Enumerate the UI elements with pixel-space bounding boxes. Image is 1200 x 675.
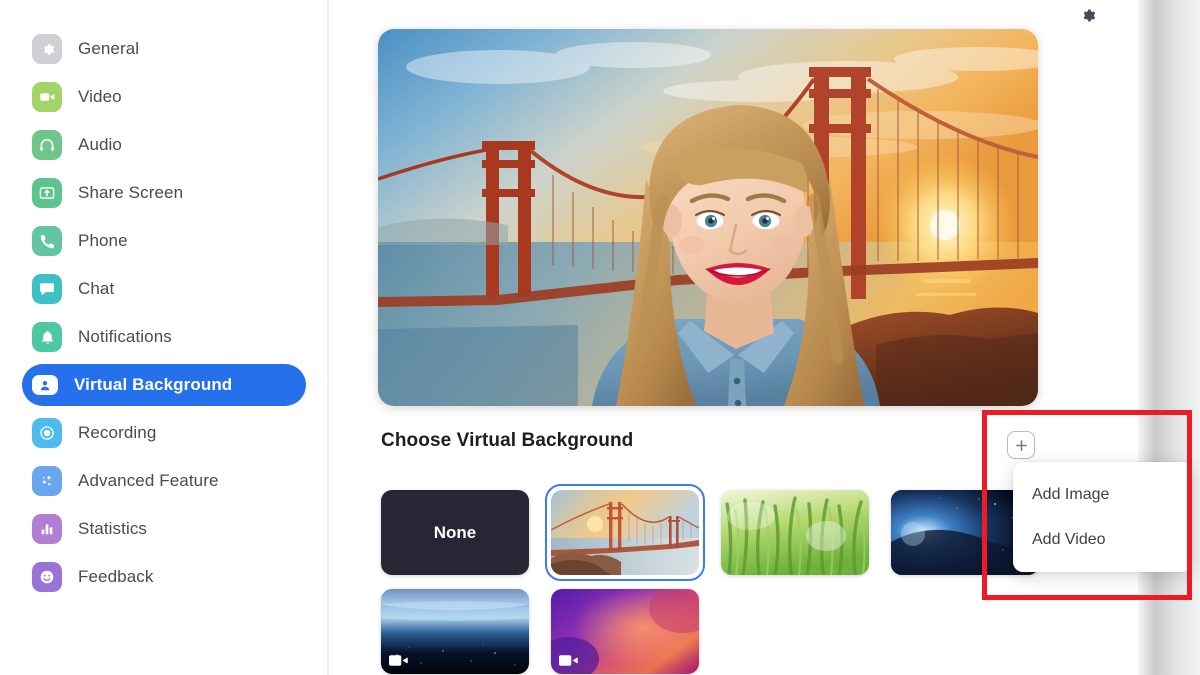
sidebar-item-label: Statistics <box>78 519 148 538</box>
thumbnail-none-label: None <box>433 522 477 542</box>
sidebar-item-feedback[interactable]: Feedback <box>22 556 306 598</box>
sidebar-item-notifications[interactable]: Notifications <box>22 316 306 358</box>
background-thumbnail-grid: None <box>381 484 1081 675</box>
video-camera-icon <box>389 654 408 667</box>
menu-item-add-image[interactable]: Add Image <box>1013 472 1192 517</box>
chat-bubble-icon <box>32 274 62 304</box>
sidebar-item-video[interactable]: Video <box>22 76 306 118</box>
sidebar-item-chat[interactable]: Chat <box>22 268 306 310</box>
sidebar-item-label: Notifications <box>78 327 172 346</box>
background-option-green-grass[interactable] <box>721 490 869 575</box>
sidebar-item-label: Video <box>78 87 122 106</box>
bar-chart-icon <box>32 514 62 544</box>
record-circle-icon <box>32 418 62 448</box>
headphones-icon <box>32 130 62 160</box>
sidebar-item-label: Virtual Background <box>74 375 233 394</box>
sidebar-item-phone[interactable]: Phone <box>22 220 306 262</box>
page-edge-gradient <box>1138 0 1200 675</box>
sidebar-item-recording[interactable]: Recording <box>22 412 306 454</box>
sidebar-item-virtual-background[interactable]: Virtual Background <box>22 364 306 406</box>
sidebar-item-statistics[interactable]: Statistics <box>22 508 306 550</box>
settings-sidebar: General Video Audio Share Screen Phone C… <box>0 0 329 675</box>
gear-icon <box>32 34 62 64</box>
thumbnail-golden-gate-bridge[interactable] <box>551 490 699 575</box>
sidebar-item-label: Feedback <box>78 567 154 586</box>
thumbnail-row-1: None <box>381 484 1081 581</box>
sidebar-item-label: Advanced Feature <box>78 471 219 490</box>
sparkle-icon <box>32 466 62 496</box>
sidebar-item-general[interactable]: General <box>22 28 306 70</box>
smiley-face-icon <box>32 562 62 592</box>
add-background-button[interactable] <box>1007 431 1035 459</box>
video-camera-icon <box>32 82 62 112</box>
thumbnail-none[interactable]: None <box>381 490 529 575</box>
add-background-menu: Add Image Add Video <box>1013 462 1192 572</box>
sidebar-item-audio[interactable]: Audio <box>22 124 306 166</box>
background-option-golden-gate-bridge[interactable] <box>545 484 705 581</box>
zoom-settings-window: General Video Audio Share Screen Phone C… <box>0 0 1200 675</box>
sidebar-item-advanced-feature[interactable]: Advanced Feature <box>22 460 306 502</box>
video-preview <box>378 29 1038 406</box>
sidebar-item-label: General <box>78 39 140 58</box>
sidebar-item-share-screen[interactable]: Share Screen <box>22 172 306 214</box>
video-camera-icon <box>559 654 578 667</box>
sidebar-item-label: Share Screen <box>78 183 184 202</box>
sidebar-item-label: Audio <box>78 135 122 154</box>
bell-icon <box>32 322 62 352</box>
menu-item-label: Add Video <box>1032 530 1106 548</box>
background-option-earth-horizon-night[interactable] <box>381 589 529 674</box>
gear-icon[interactable] <box>1076 4 1098 26</box>
virtual-background-panel: Choose Virtual Background None <box>328 0 1140 675</box>
sidebar-item-label: Recording <box>78 423 157 442</box>
sidebar-item-label: Phone <box>78 231 128 250</box>
background-option-purple-orange-blur[interactable] <box>551 589 699 674</box>
thumbnail-green-grass[interactable] <box>721 490 869 575</box>
page-title: Choose Virtual Background <box>381 430 634 451</box>
sidebar-item-label: Chat <box>78 279 115 298</box>
background-option-none[interactable]: None <box>381 490 529 575</box>
menu-item-label: Add Image <box>1032 485 1110 503</box>
share-screen-icon <box>32 178 62 208</box>
phone-icon <box>32 226 62 256</box>
menu-item-add-video[interactable]: Add Video <box>1013 517 1192 562</box>
thumbnail-row-2 <box>381 589 1081 674</box>
person-card-icon <box>32 375 58 395</box>
